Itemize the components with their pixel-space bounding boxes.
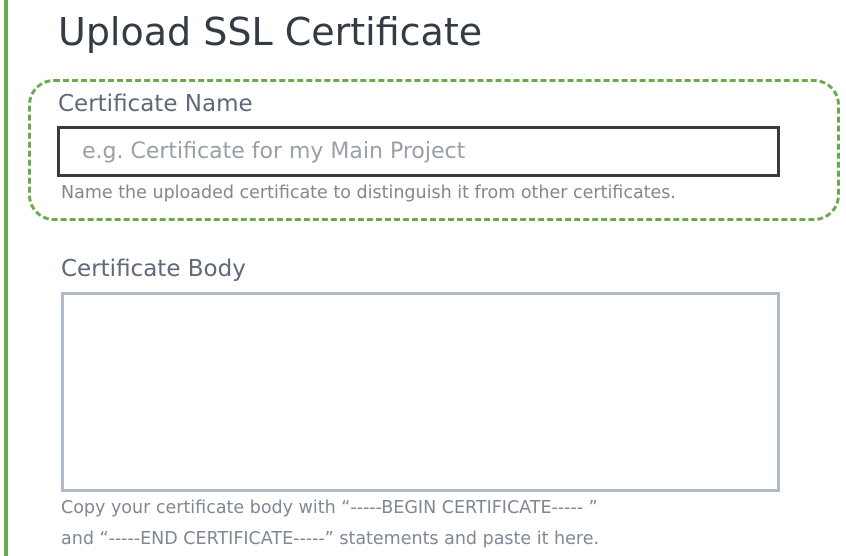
certificate-name-help-text: Name the uploaded certificate to disting… xyxy=(61,183,676,203)
page-title: Upload SSL Certificate xyxy=(58,10,483,54)
certificate-body-help-line-2: and “-----END CERTIFICATE-----” statemen… xyxy=(61,529,600,549)
certificate-body-textarea[interactable] xyxy=(61,292,780,492)
certificate-body-help-line-1: Copy your certificate body with “-----BE… xyxy=(61,498,598,518)
certificate-body-label: Certificate Body xyxy=(61,256,246,282)
section-accent-bar xyxy=(4,0,8,556)
certificate-name-label: Certificate Name xyxy=(58,91,253,117)
certificate-name-input[interactable] xyxy=(57,126,780,177)
